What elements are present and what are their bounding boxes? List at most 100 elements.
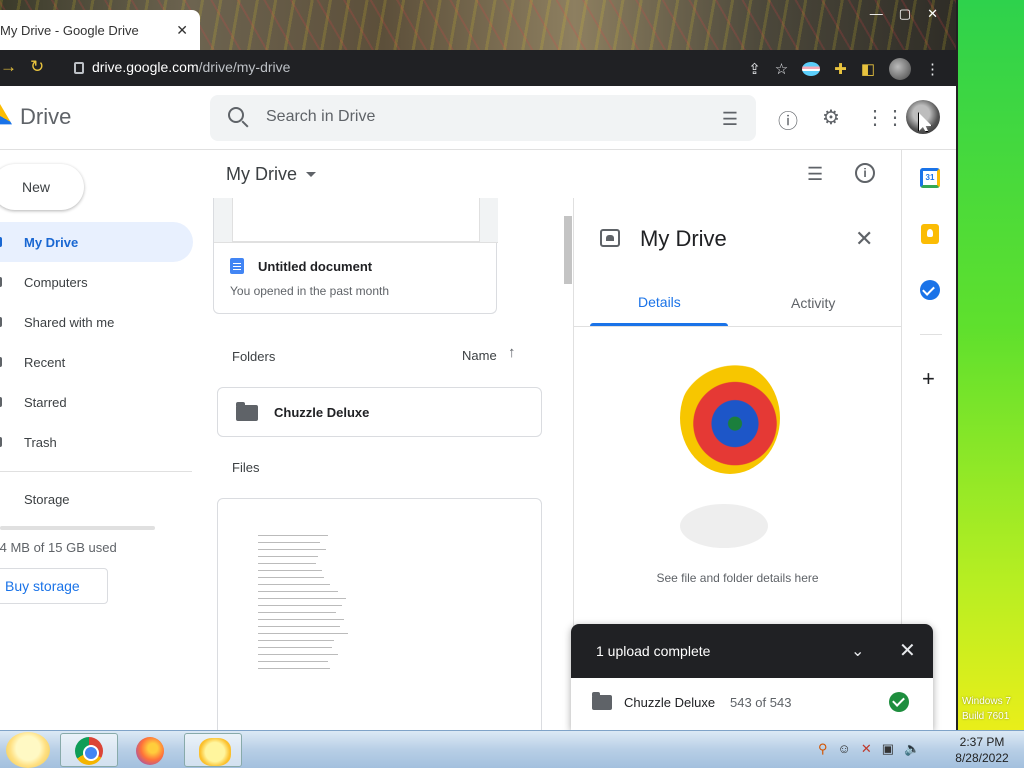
folder-item[interactable]: Chuzzle Deluxe	[217, 387, 542, 437]
folders-section-label: Folders	[232, 349, 276, 364]
search-input[interactable]: Search in Drive	[266, 108, 375, 126]
help-icon[interactable]: ⓘ	[778, 105, 798, 134]
brand-name[interactable]: Drive	[20, 104, 71, 130]
tray-search-icon[interactable]: ⚲	[818, 741, 828, 757]
google-docs-icon	[230, 258, 244, 274]
toast-header: 1 upload complete ⌄ ✕	[571, 624, 933, 678]
taskbar-chrome[interactable]	[60, 733, 118, 767]
computers-icon	[0, 277, 2, 287]
taskbar: ⚲ ☺ ✕ ▣ 🔈 2:37 PM 8/28/2022	[0, 730, 1024, 768]
taskbar-firefox[interactable]	[120, 733, 178, 767]
share-icon[interactable]: ⇪	[748, 60, 761, 78]
toast-close-icon[interactable]: ✕	[899, 638, 916, 663]
sidebar-item-starred[interactable]: Starred	[0, 382, 200, 422]
firefox-icon	[136, 737, 164, 765]
upload-item-name: Chuzzle Deluxe	[624, 695, 716, 710]
chevron-down-icon[interactable]	[306, 172, 316, 177]
details-hint-text: See file and folder details here	[656, 571, 819, 585]
suggested-file-reason: You opened in the past month	[230, 284, 390, 298]
tabs-divider	[574, 326, 901, 327]
extension-flag-icon[interactable]	[802, 62, 821, 76]
rail-divider	[920, 334, 942, 335]
add-addon-icon[interactable]: +	[922, 366, 935, 392]
profile-avatar-small[interactable]	[889, 58, 911, 80]
tray-smile-icon[interactable]: ☺	[838, 741, 851, 757]
browser-tab[interactable]: My Drive - Google Drive ✕	[0, 10, 200, 50]
window-controls: — ▢ ✕	[870, 6, 938, 22]
storage-used-text: .4 MB of 15 GB used	[0, 540, 117, 555]
forward-arrow-icon[interactable]: →	[0, 57, 17, 77]
scrollbar-thumb[interactable]	[564, 216, 572, 284]
close-window-icon[interactable]: ✕	[927, 6, 938, 22]
search-bar[interactable]: Search in Drive ☰	[210, 95, 756, 141]
sidebar-item-label: Starred	[24, 394, 67, 410]
sidebar-item-computers[interactable]: Computers	[0, 262, 200, 302]
tab-activity[interactable]: Activity	[791, 295, 835, 311]
url-field[interactable]: drive.google.com/drive/my-drive	[74, 59, 290, 75]
keep-icon[interactable]	[921, 224, 939, 244]
buy-storage-button[interactable]: Buy storage	[0, 568, 108, 604]
new-button[interactable]: New	[0, 164, 84, 210]
list-view-icon[interactable]: ☰	[807, 164, 823, 185]
url-path: /drive/my-drive	[198, 59, 291, 75]
close-icon[interactable]: ✕	[855, 226, 873, 252]
file-item[interactable]	[217, 498, 542, 730]
suggested-file-card[interactable]: Untitled document You opened in the past…	[213, 198, 498, 314]
recent-clock-icon	[0, 357, 2, 367]
my-drive-icon	[0, 237, 2, 247]
windows-watermark: Windows 7 Build 7601	[962, 694, 1022, 724]
tasks-icon[interactable]	[920, 280, 940, 300]
folder-icon	[236, 402, 258, 421]
sidebar-item-my-drive[interactable]: My Drive	[0, 222, 193, 262]
sidebar-item-label: Computers	[24, 274, 88, 290]
drive-folder-icon	[600, 229, 620, 247]
collapse-chevron-icon[interactable]: ⌄	[851, 641, 864, 661]
minimize-icon[interactable]: —	[870, 6, 883, 22]
star-icon	[0, 397, 2, 407]
tray-volume-icon[interactable]: 🔈	[904, 741, 920, 757]
new-button-label: New	[22, 179, 51, 195]
tray-warning-icon[interactable]: ✕	[861, 741, 872, 757]
sidebar-item-trash[interactable]: Trash	[0, 422, 200, 462]
side-panel-icon[interactable]: ◧	[861, 60, 875, 78]
search-icon[interactable]	[228, 107, 244, 123]
browser-menu-icon[interactable]: ⋮	[925, 60, 940, 78]
start-button[interactable]	[6, 732, 50, 768]
reload-icon[interactable]: ↻	[30, 57, 44, 77]
sidebar-divider	[0, 471, 192, 472]
address-bar: → ↻ drive.google.com/drive/my-drive ⇪ ☆ …	[0, 50, 956, 86]
shared-icon	[0, 317, 2, 327]
system-clock[interactable]: 2:37 PM 8/28/2022	[952, 734, 1012, 766]
clock-time: 2:37 PM	[959, 735, 1005, 749]
sidebar-item-recent[interactable]: Recent	[0, 342, 200, 382]
calendar-icon[interactable]: 31	[920, 168, 940, 188]
taskbar-chuzzle[interactable]	[184, 733, 242, 767]
files-section-label: Files	[232, 460, 260, 475]
page-title[interactable]: My Drive	[226, 164, 297, 185]
search-options-icon[interactable]: ☰	[722, 109, 738, 130]
tab-details[interactable]: Details	[638, 294, 681, 310]
trash-icon	[0, 437, 2, 447]
file-preview-thumbnail	[258, 535, 358, 675]
extensions-puzzle-icon[interactable]: ✚	[834, 60, 847, 78]
tray-network-icon[interactable]: ▣	[882, 741, 894, 757]
desktop-background	[958, 0, 1024, 730]
storage-label[interactable]: Storage	[24, 492, 70, 507]
sidebar-item-label: Recent	[24, 354, 66, 370]
folder-name: Chuzzle Deluxe	[274, 405, 370, 420]
check-circle-icon	[889, 692, 909, 712]
sort-by-name[interactable]: Name	[462, 348, 497, 363]
apps-grid-icon[interactable]: ⋮⋮	[865, 105, 905, 130]
info-icon[interactable]: i	[855, 163, 875, 183]
settings-gear-icon[interactable]: ⚙	[822, 105, 840, 130]
drive-logo-icon[interactable]	[0, 104, 12, 125]
bookmark-star-icon[interactable]: ☆	[775, 60, 788, 78]
toast-item[interactable]: Chuzzle Deluxe 543 of 543	[571, 678, 933, 730]
drive-header: Drive Search in Drive ☰ ⓘ ⚙ ⋮⋮	[0, 86, 956, 150]
maximize-icon[interactable]: ▢	[899, 6, 911, 22]
sort-arrow-up-icon[interactable]: ↑	[508, 344, 516, 361]
sidebar-item-shared[interactable]: Shared with me	[0, 302, 200, 342]
upload-item-progress: 543 of 543	[730, 695, 792, 710]
tab-close-icon[interactable]: ✕	[176, 22, 188, 39]
lock-icon[interactable]	[74, 62, 84, 74]
